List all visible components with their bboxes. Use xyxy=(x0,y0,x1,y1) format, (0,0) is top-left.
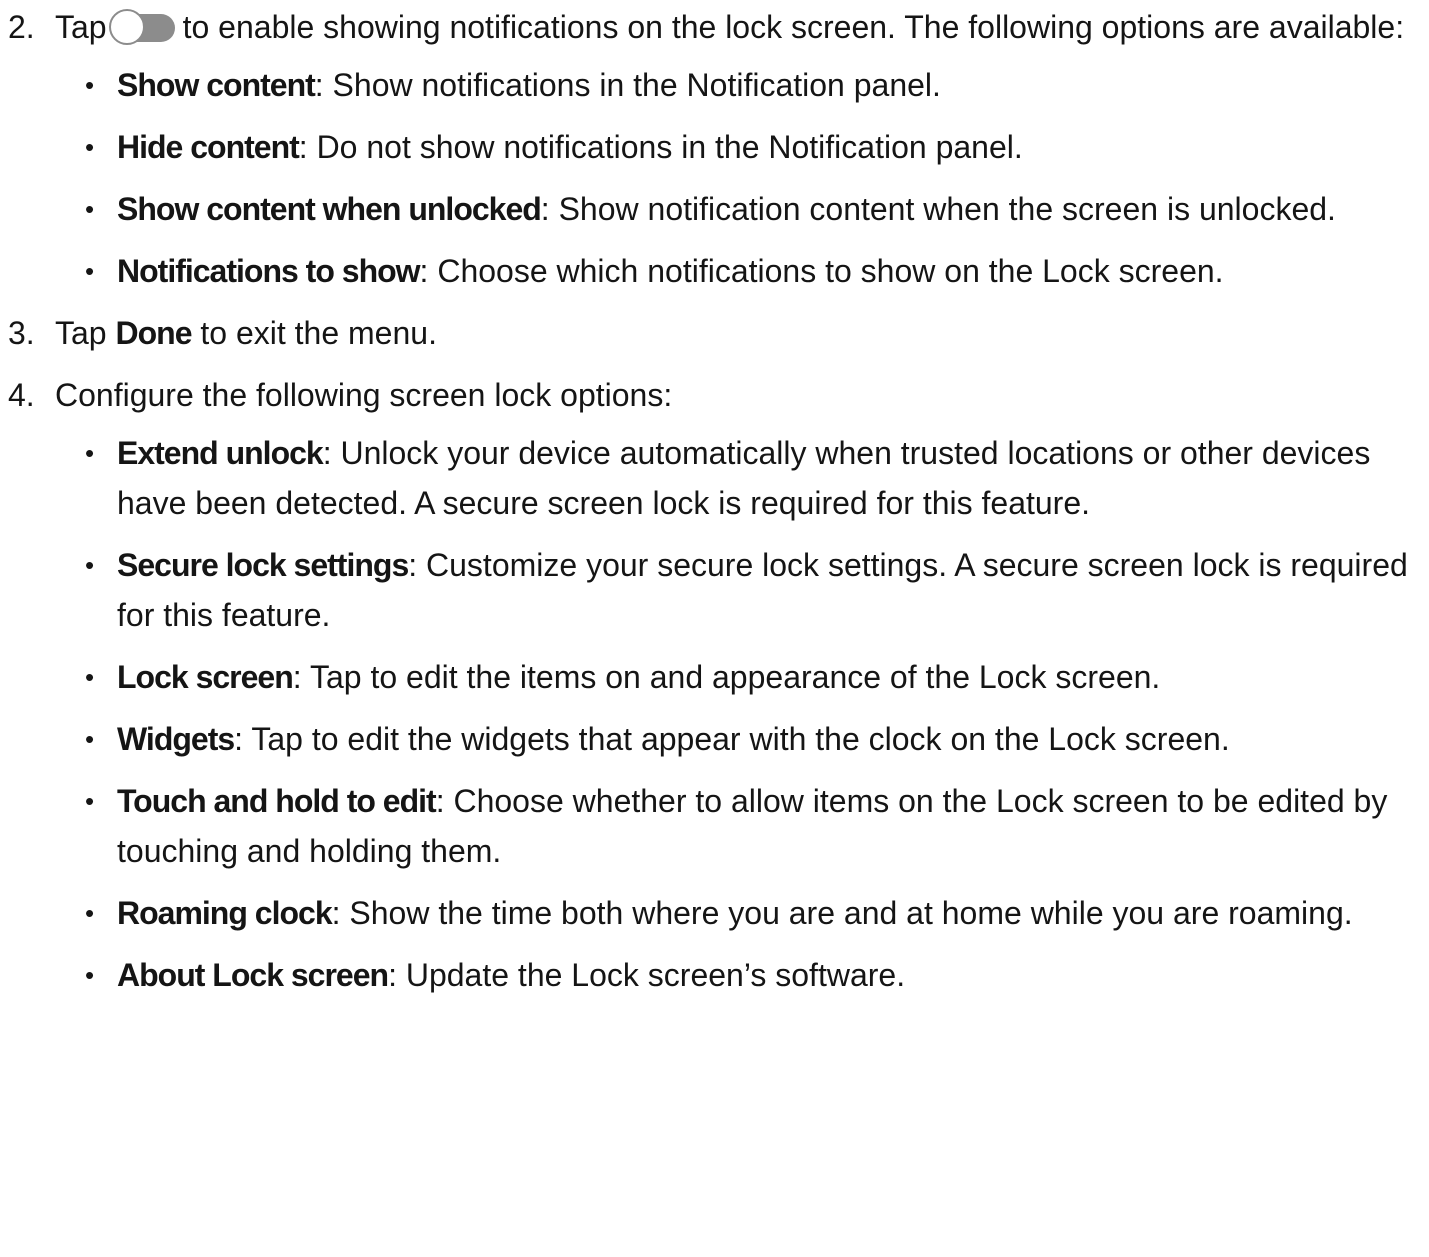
option-term: Roaming clock xyxy=(117,895,333,931)
option-term: Touch and hold to edit xyxy=(117,783,437,819)
option-description: : Tap to edit the items on and appearanc… xyxy=(292,659,1161,695)
step-4: 4. Configure the following screen lock o… xyxy=(0,370,1429,1000)
step-text-before: Tap xyxy=(55,315,107,351)
step-text-before: Tap xyxy=(55,9,107,45)
option-description: : Show notifications in the Notification… xyxy=(314,67,941,103)
bullet-icon: • xyxy=(85,70,95,100)
option-term: Lock screen xyxy=(117,659,294,695)
list-item: • Extend unlock: Unlock your device autom… xyxy=(55,428,1429,528)
list-item: • Show content: Show notifications in the… xyxy=(55,60,1429,110)
list-item: • Show content when unlocked: Show notifi… xyxy=(55,184,1429,234)
option-term: Notifications to show xyxy=(117,253,421,289)
step-number: 2. xyxy=(8,9,35,45)
bullet-icon: • xyxy=(85,550,95,580)
bullet-icon: • xyxy=(85,724,95,754)
bullet-icon: • xyxy=(85,132,95,162)
options-list: • Show content: Show notifications in the… xyxy=(55,60,1429,296)
bullet-icon: • xyxy=(85,194,95,224)
list-item: • Touch and hold to edit: Choose whether … xyxy=(55,776,1429,876)
bullet-icon: • xyxy=(85,960,95,990)
option-term: Secure lock settings xyxy=(117,547,409,583)
list-item: • Roaming clock: Show the time both where… xyxy=(55,888,1429,938)
option-description: : Choose which notifications to show on … xyxy=(419,253,1224,289)
step-text: Configure the following screen lock opti… xyxy=(55,377,673,413)
step-text-after: to exit the menu. xyxy=(200,315,437,351)
done-label: Done xyxy=(115,315,192,351)
list-item: • About Lock screen: Update the Lock scre… xyxy=(55,950,1429,1000)
list-item: • Secure lock settings: Customize your se… xyxy=(55,540,1429,640)
option-term: Hide content xyxy=(117,129,300,165)
option-term: Extend unlock xyxy=(117,435,324,471)
option-term: Show content when unlocked xyxy=(117,191,542,227)
step-3: 3. Tap Done to exit the menu. xyxy=(0,308,1429,358)
options-list: • Extend unlock: Unlock your device autom… xyxy=(55,428,1429,1000)
bullet-icon: • xyxy=(85,898,95,928)
option-description: : Tap to edit the widgets that appear wi… xyxy=(234,721,1230,757)
option-description: : Show notification content when the scr… xyxy=(540,191,1336,227)
list-item: • Lock screen: Tap to edit the items on a… xyxy=(55,652,1429,702)
option-description: : Update the Lock screen’s software. xyxy=(388,957,906,993)
toggle-off-icon xyxy=(108,9,177,45)
step-number: 3. xyxy=(8,315,35,351)
bullet-icon: • xyxy=(85,662,95,692)
toggle-knob xyxy=(108,9,145,45)
step-text: Tap Done to exit the menu. xyxy=(55,308,1429,358)
list-item: • Hide content: Do not show notifications… xyxy=(55,122,1429,172)
document-page: 2. Tap to enable showing notifications on… xyxy=(0,2,1429,1012)
step-2: 2. Tap to enable showing notifications on… xyxy=(0,2,1429,296)
option-description: : Show the time both where you are and a… xyxy=(331,895,1353,931)
option-term: Show content xyxy=(117,67,316,103)
option-term: About Lock screen xyxy=(117,957,389,993)
bullet-icon: • xyxy=(85,256,95,286)
step-text: Tap to enable showing notifications on th… xyxy=(55,2,1429,52)
option-term: Widgets xyxy=(117,721,235,757)
list-item: • Notifications to show: Choose which not… xyxy=(55,246,1429,296)
list-item: • Widgets: Tap to edit the widgets that a… xyxy=(55,714,1429,764)
step-text-after: to enable showing notifications on the l… xyxy=(182,9,1405,45)
option-description: : Do not show notifications in the Notif… xyxy=(298,129,1023,165)
bullet-icon: • xyxy=(85,438,95,468)
bullet-icon: • xyxy=(85,786,95,816)
step-number: 4. xyxy=(8,377,35,413)
